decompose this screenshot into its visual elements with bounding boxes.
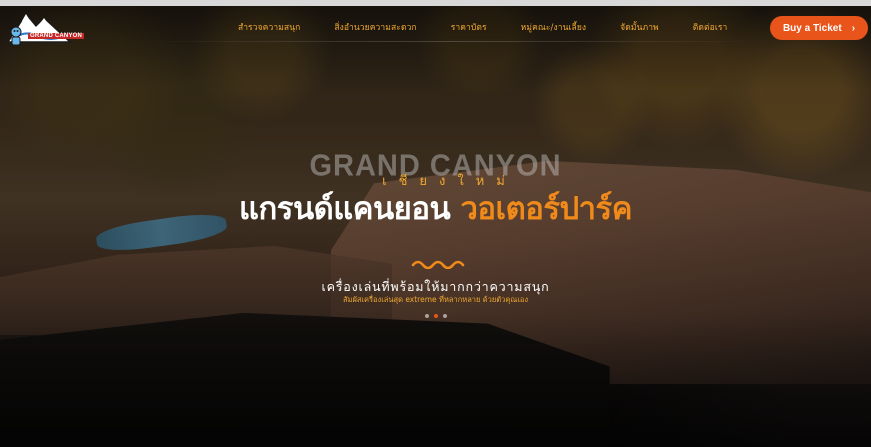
chevron-right-icon: ›: [851, 22, 856, 34]
hero-title: แกรนด์แคนยอน วอเตอร์ปาร์ค: [0, 183, 871, 233]
hero-title-white: แกรนด์แคนยอน: [239, 191, 451, 227]
hero-tagline-sub: สัมผัสเครื่องเล่นสุด extreme ที่หลากหลาย…: [342, 295, 529, 304]
nav-item-gallery[interactable]: จัดมั้นภาพ: [620, 20, 659, 34]
nav-item-contact[interactable]: ติดต่อเรา: [693, 20, 728, 34]
nav-divider: [140, 41, 760, 42]
hero-title-orange: วอเตอร์ปาร์ค: [460, 191, 632, 227]
slider-dot[interactable]: [433, 314, 438, 318]
buy-ticket-label: Buy a Ticket: [782, 22, 842, 34]
nav-item-explore[interactable]: สำรวจความสนุก: [238, 20, 300, 34]
slider-dot[interactable]: [424, 314, 429, 318]
nav-item-groups[interactable]: หมู่คณะ/งานเลี้ยง: [521, 20, 587, 34]
logo-text: GRAND CANYON: [28, 33, 85, 39]
buy-ticket-button[interactable]: Buy a Ticket ›: [770, 16, 868, 40]
site-logo[interactable]: GRAND CANYON: [4, 8, 85, 50]
site-header: GRAND CANYON สำรวจความสนุก สิ่งอำนวยความ…: [0, 6, 871, 52]
slider-dots: [0, 314, 871, 318]
main-nav: สำรวจความสนุก สิ่งอำนวยความสะดวก ราคาบัต…: [238, 20, 727, 34]
slider-dot[interactable]: [442, 314, 447, 318]
nav-item-prices[interactable]: ราคาบัตร: [451, 20, 487, 34]
logo-mountain-icon: [6, 12, 72, 46]
nav-item-facilities[interactable]: สิ่งอำนวยความสะดวก: [334, 20, 416, 34]
wave-divider-icon: [411, 260, 465, 269]
